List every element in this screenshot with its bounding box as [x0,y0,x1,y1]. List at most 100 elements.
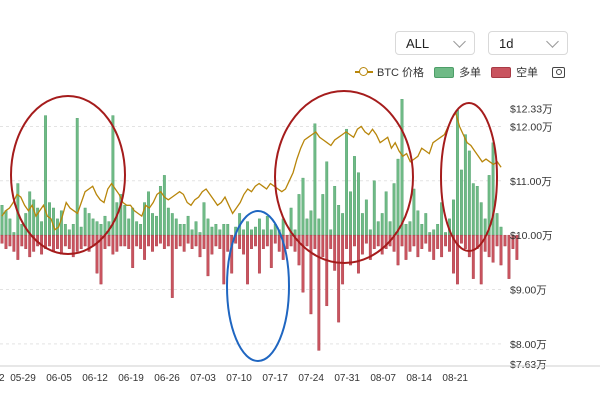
long-bar [432,229,436,236]
long-bar [182,224,186,236]
long-bar [325,161,329,236]
long-bar [166,207,170,236]
short-bar [198,234,202,258]
long-bar [400,99,404,236]
x-tick-label: 06-19 [118,373,144,384]
short-bar [372,234,376,249]
short-bar [459,234,463,244]
long-bar [463,134,467,236]
x-tick-label: 07-03 [190,373,216,384]
long-bar [388,221,392,236]
short-bar [495,234,499,247]
short-bar [190,234,194,249]
x-tick-label: 2 [0,373,5,384]
short-bar [345,234,348,249]
x-tick-label: 07-24 [298,373,324,384]
long-bar [111,115,115,236]
short-bar [404,234,408,260]
short-bar [349,234,352,266]
long-bar [214,224,218,236]
long-bar [364,199,368,236]
long-bar [28,191,32,236]
long-bar [123,205,127,236]
long-bar [218,229,222,236]
short-bar [305,234,309,247]
long-bar [372,180,376,236]
short-bar [325,234,329,307]
short-bar [166,234,170,247]
long-bar [261,229,265,236]
long-bar [444,232,447,236]
long-bar [71,224,75,236]
long-bar [127,218,131,236]
short-bar [432,234,436,260]
long-bar [99,224,103,236]
y-tick-label: $12.33万 [510,104,553,116]
short-bar [254,234,257,247]
long-bar [479,202,483,236]
short-bar [4,234,8,249]
long-bar [162,175,166,236]
short-bar [75,234,79,252]
long-bar [226,224,230,236]
long-bar [495,213,499,236]
y-tick-label: $7.63万 [510,359,547,371]
long-bar [475,186,479,236]
long-bar [12,232,16,236]
short-bar [467,234,471,258]
short-bar [143,234,146,260]
long-bar [353,156,356,236]
short-bar [242,234,246,255]
short-bar [83,234,87,247]
long-bar [4,210,8,236]
long-bar [79,226,83,236]
long-bar [87,213,91,236]
x-tick-label: 06-05 [46,373,72,384]
long-bar [32,199,36,236]
long-bar [459,169,463,236]
y-tick-label: $8.00万 [510,339,547,351]
long-bar [380,213,384,236]
long-bar [40,221,44,236]
long-bar [151,213,154,236]
short-bar [135,234,139,247]
short-bar [436,234,440,249]
long-bar [95,221,99,236]
short-bar [444,234,447,247]
long-bar [222,224,226,236]
long-bar [321,194,325,236]
long-bar [246,221,249,236]
x-tick-label: 08-21 [442,373,468,384]
long-bar [357,172,360,236]
short-bar [222,234,226,285]
short-bar [127,234,131,249]
long-bar [103,215,107,236]
short-bar [289,234,293,247]
long-bar [301,177,305,236]
long-bar [250,229,253,236]
long-bar [8,218,12,236]
long-bar [24,213,28,236]
short-bar [396,234,400,266]
short-bar [491,234,495,263]
long-bar [135,221,139,236]
long-bar [174,218,178,236]
short-bar [182,234,186,252]
long-bar [194,221,198,236]
short-bar [329,234,333,249]
long-bar [471,183,475,236]
short-bar [357,234,360,274]
short-bar [285,234,289,249]
x-tick-label: 06-12 [82,373,108,384]
short-bar [147,234,150,247]
short-bar [48,234,51,247]
short-bar [309,234,313,315]
long-bar [452,199,455,236]
short-bar [28,234,32,258]
long-bar [341,213,345,236]
short-bar [353,234,356,247]
y-tick-label: $11.00万 [510,176,552,188]
short-bar [380,234,384,255]
long-bar [392,183,396,236]
short-bar [12,234,16,252]
